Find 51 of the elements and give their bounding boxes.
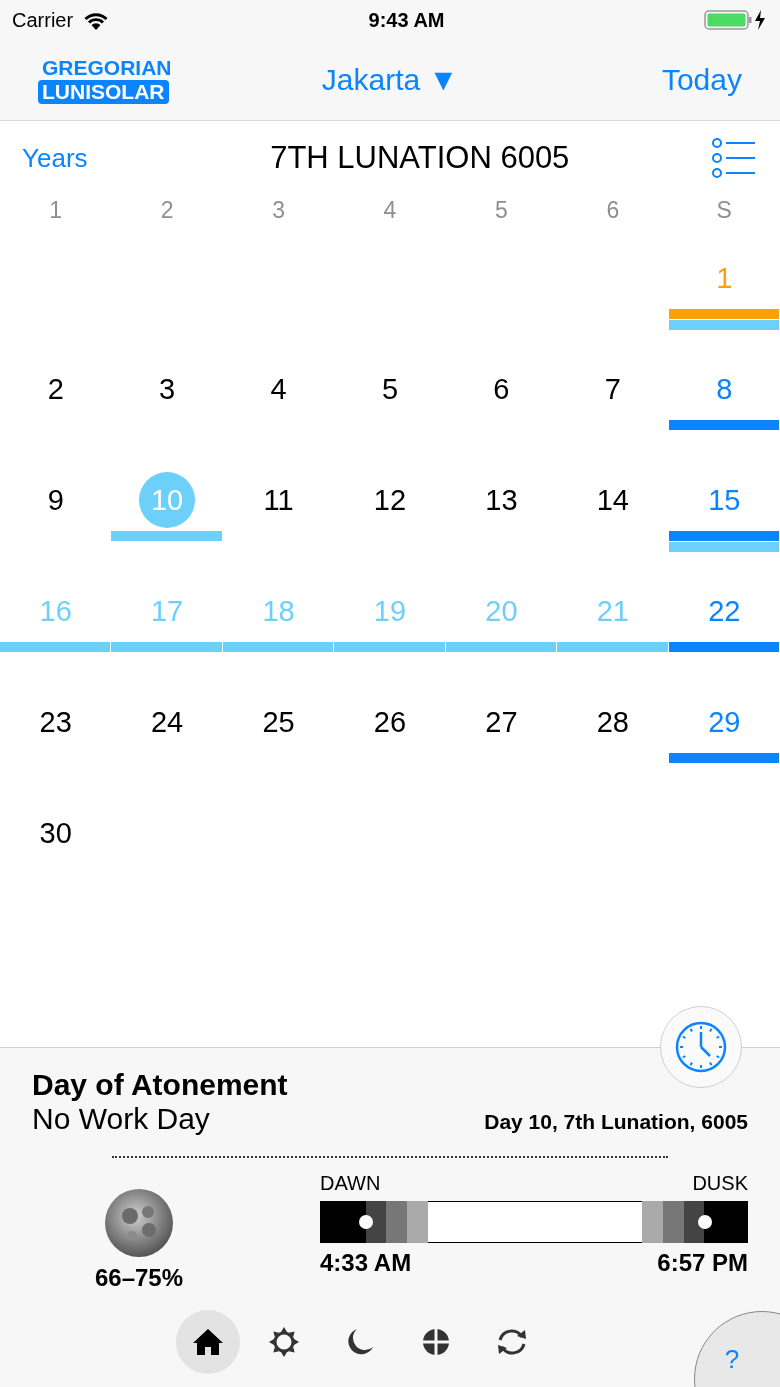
battery-icon (704, 9, 768, 31)
dusk-label: DUSK (692, 1172, 748, 1195)
calendar-day[interactable]: 12 (362, 472, 418, 528)
calendar-day[interactable]: 8 (696, 361, 753, 417)
calendar-day[interactable]: 13 (473, 472, 530, 528)
dawn-time: 4:33 AM (320, 1249, 412, 1277)
calendar-day[interactable]: 3 (139, 361, 196, 417)
calendar-day[interactable]: 27 (473, 694, 530, 750)
month-title: 7TH LUNATION 6005 (270, 140, 570, 176)
dawn-label: DAWN (320, 1172, 381, 1195)
sync-icon (495, 1327, 529, 1357)
calendar-day[interactable]: 2 (27, 361, 84, 417)
calendar-day[interactable]: 24 (139, 694, 196, 750)
calendar-day[interactable]: 11 (250, 472, 307, 528)
moon-illumination: 66–75% (94, 1264, 184, 1292)
calendar-day[interactable]: 6 (473, 361, 530, 417)
calendar-day[interactable]: 28 (584, 694, 641, 750)
status-time: 9:43 AM (368, 8, 445, 32)
calendar-day[interactable]: 30 (27, 805, 84, 861)
calendar-type-tab[interactable]: LUNISOLAR (38, 80, 169, 104)
calendar-day[interactable]: 15 (696, 472, 753, 528)
lunar-date: Day 10, 7th Lunation, 6005 (484, 1110, 748, 1134)
calendar-day[interactable]: 4 (250, 361, 307, 417)
calendar-day[interactable]: 23 (27, 694, 84, 750)
weekday-label: 5 (494, 196, 509, 225)
weekday-label: 2 (159, 196, 175, 225)
weekday-label: S (715, 196, 733, 225)
moon-drawing (104, 1188, 174, 1258)
wifi-icon (83, 10, 110, 30)
sun-icon (268, 1326, 300, 1358)
home-icon (192, 1328, 224, 1356)
years-button[interactable]: Years (22, 142, 88, 174)
weekday-label: 3 (271, 196, 286, 225)
calendar-day[interactable]: 22 (696, 583, 753, 639)
event-title: Day of Atonement (32, 1068, 289, 1102)
calendar-day[interactable]: 29 (696, 694, 753, 750)
moon-icon (345, 1327, 375, 1357)
calendar-day[interactable]: 26 (362, 694, 418, 750)
calendar-day[interactable]: 25 (250, 694, 307, 750)
dusk-time: 6:57 PM (657, 1249, 748, 1277)
calendar-day[interactable]: 14 (584, 472, 641, 528)
carrier-name: Carrier (12, 8, 74, 32)
clock-icon (675, 1021, 727, 1073)
calendar-day[interactable]: 5 (362, 361, 418, 417)
weekday-label: 1 (48, 196, 64, 225)
event-subtitle: No Work Day (32, 1102, 210, 1136)
weekday-label: 6 (605, 196, 621, 225)
weekday-label: 4 (382, 196, 398, 225)
calendar-day[interactable]: 9 (27, 472, 84, 528)
calendar-day[interactable]: 7 (584, 361, 641, 417)
list-icon[interactable] (712, 138, 756, 178)
